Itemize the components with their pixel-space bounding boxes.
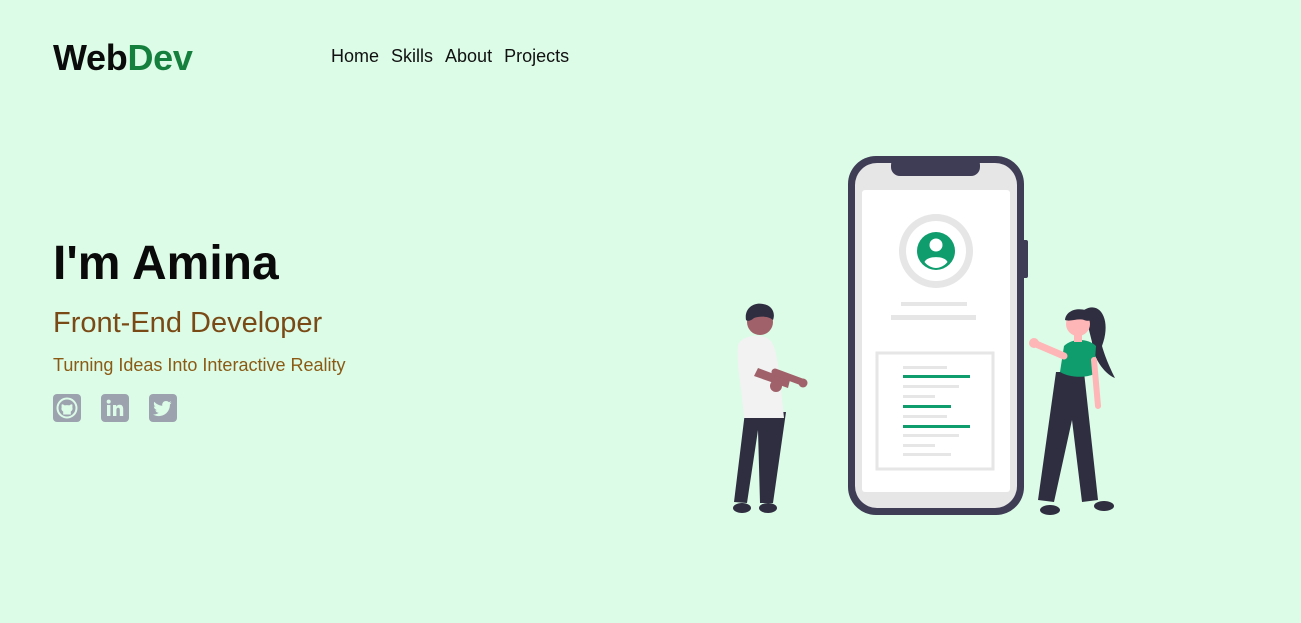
nav-link-skills[interactable]: Skills bbox=[391, 36, 433, 76]
nav-link-home[interactable]: Home bbox=[331, 36, 379, 76]
logo-text-primary: Web bbox=[53, 37, 128, 78]
hero-name-heading: I'm Amina bbox=[53, 237, 279, 290]
hero-illustration bbox=[720, 150, 1140, 520]
hero-role: Front-End Developer bbox=[53, 307, 323, 339]
logo[interactable]: WebDev bbox=[53, 36, 193, 80]
hero-tagline: Turning Ideas Into Interactive Reality bbox=[53, 355, 346, 375]
github-icon[interactable] bbox=[53, 394, 81, 422]
hero-section: I'm Amina Front-End Developer Turning Id… bbox=[53, 232, 573, 422]
site-header: WebDev Home Skills About Projects bbox=[53, 36, 1253, 80]
linkedin-icon[interactable] bbox=[101, 394, 129, 422]
social-links bbox=[53, 394, 573, 422]
nav-link-about[interactable]: About bbox=[445, 36, 492, 76]
logo-text-accent: Dev bbox=[127, 37, 193, 78]
twitter-icon[interactable] bbox=[149, 394, 177, 422]
nav-link-projects[interactable]: Projects bbox=[504, 36, 569, 76]
main-nav: Home Skills About Projects bbox=[331, 36, 569, 76]
